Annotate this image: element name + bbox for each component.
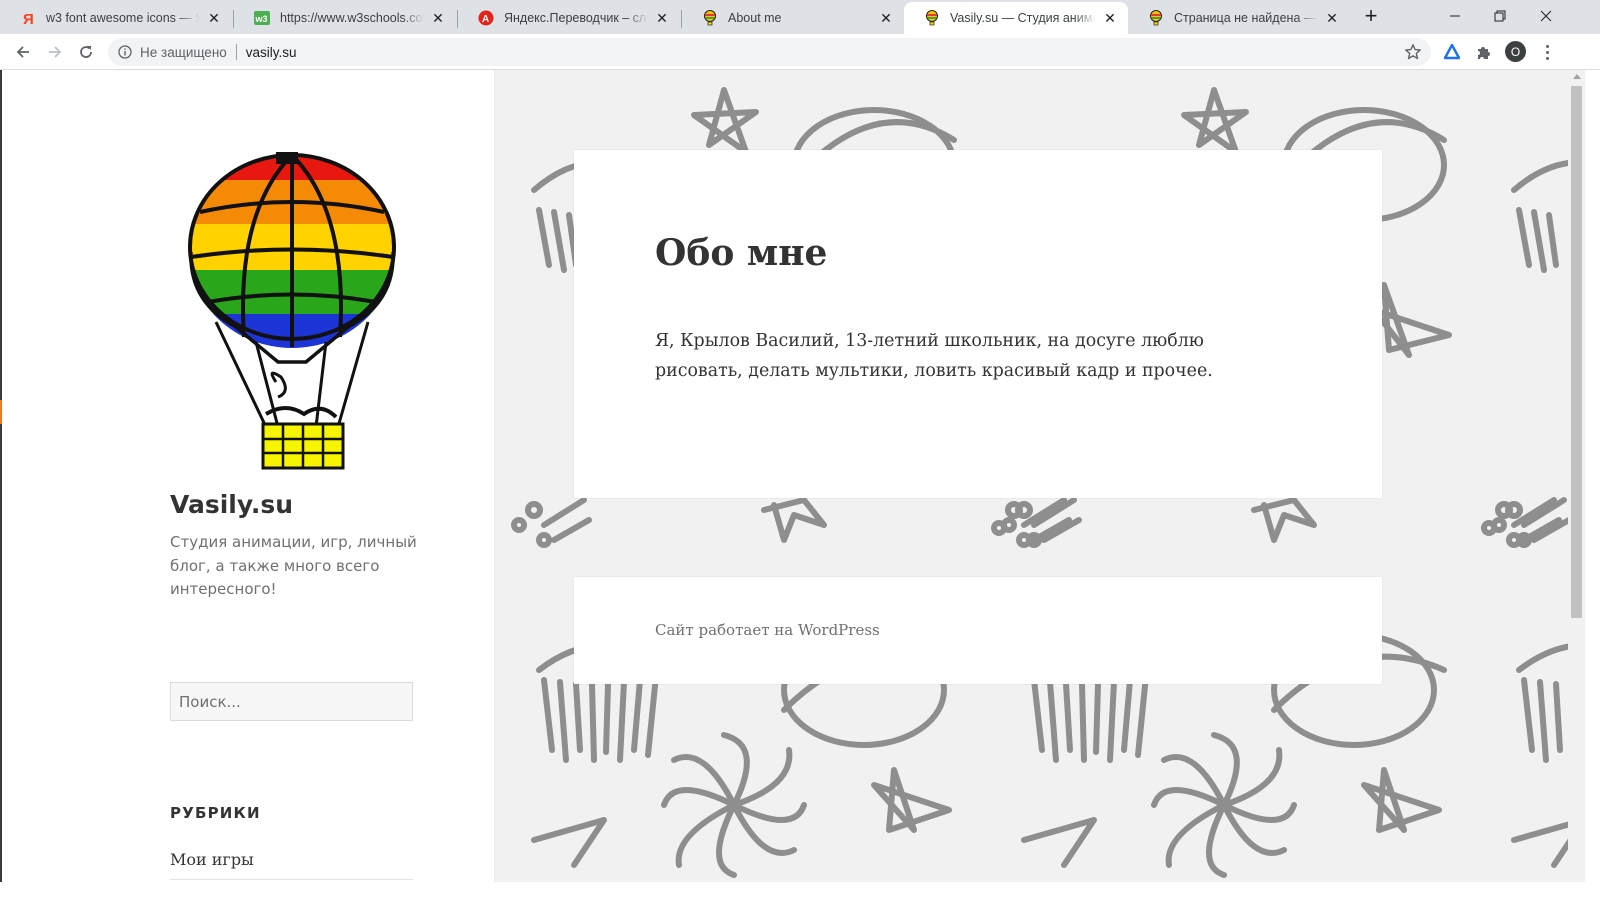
svg-text:w3: w3 <box>255 14 268 24</box>
minimize-button[interactable] <box>1440 4 1470 28</box>
arrow-left-icon <box>16 46 29 58</box>
scroll-up-arrow-icon[interactable] <box>1573 74 1581 79</box>
tab-title: Страница не найдена — Vasily <box>1174 11 1318 25</box>
search-box[interactable] <box>170 682 413 721</box>
tab-yandex-search[interactable]: Я w3 font awesome icons — Янд ✕ <box>0 2 232 34</box>
tab-title: Vasily.su — Студия анимации, <box>950 11 1096 25</box>
svg-text:Я: Я <box>23 11 34 26</box>
search-input[interactable] <box>171 683 412 720</box>
restore-button[interactable] <box>1485 4 1515 28</box>
tab-title: w3 font awesome icons — Янд <box>46 11 200 25</box>
footer-wordpress-link[interactable]: Сайт работает на WordPress <box>655 621 880 639</box>
tab-strip: Я w3 font awesome icons — Янд ✕ w3 https… <box>0 0 1600 34</box>
yandex-icon: Я <box>20 10 36 28</box>
page-scrollbar[interactable] <box>1568 70 1585 882</box>
site-footer: Сайт работает на WordPress <box>574 577 1382 684</box>
info-icon[interactable] <box>118 45 132 59</box>
svg-text:A: A <box>482 14 489 25</box>
category-link[interactable]: Мои игры <box>170 850 413 880</box>
close-icon[interactable]: ✕ <box>1324 10 1340 26</box>
tab-vasily-studio[interactable]: Vasily.su — Студия анимации, ✕ <box>904 2 1128 34</box>
close-icon[interactable]: ✕ <box>206 10 222 26</box>
forward-button[interactable] <box>43 40 67 64</box>
w3schools-icon: w3 <box>254 10 270 26</box>
balloon-logo[interactable] <box>186 152 398 474</box>
page-viewport: Vasily.su Студия анимации, игр, личный б… <box>0 70 1568 882</box>
browser-toolbar: Не защищено vasily.su O <box>0 34 1600 70</box>
balloon-icon <box>702 10 718 26</box>
tab-yandex-translate[interactable]: A Яндекс.Переводчик – словарь ✕ <box>458 2 680 34</box>
bookmark-star-icon[interactable] <box>1404 43 1422 66</box>
site-description: Студия анимации, игр, личный блог, а так… <box>170 533 417 598</box>
close-window-button[interactable] <box>1531 4 1561 28</box>
yandex-translate-icon: A <box>478 10 494 26</box>
scrollbar-thumb[interactable] <box>1571 86 1582 618</box>
tab-w3schools[interactable]: w3 https://www.w3schools.com/ic ✕ <box>234 2 456 34</box>
site-title[interactable]: Vasily.su <box>170 490 293 519</box>
post-body: Я, Крылов Василий, 13-летний школьник, н… <box>655 331 1213 381</box>
widget-title-categories: РУБРИКИ <box>170 804 261 822</box>
extensions-puzzle-icon[interactable] <box>1474 42 1494 62</box>
close-icon[interactable]: ✕ <box>654 10 670 26</box>
tab-not-found[interactable]: Страница не найдена — Vasily ✕ <box>1128 2 1350 34</box>
tab-title: Яндекс.Переводчик – словарь <box>504 11 648 25</box>
close-icon[interactable]: ✕ <box>430 10 446 26</box>
back-button[interactable] <box>11 40 35 64</box>
arrow-right-icon <box>49 46 62 58</box>
tab-title: About me <box>728 11 782 25</box>
balloon-icon <box>924 10 940 26</box>
address-bar[interactable]: Не защищено vasily.su <box>108 38 1431 66</box>
balloon-icon <box>1148 10 1164 26</box>
browser-menu-button[interactable] <box>1540 42 1554 62</box>
close-icon[interactable]: ✕ <box>878 10 894 26</box>
post-card: Обо мне Я, Крылов Василий, 13-летний шко… <box>574 150 1382 498</box>
close-icon[interactable]: ✕ <box>1102 10 1118 26</box>
security-label[interactable]: Не защищено <box>140 45 227 60</box>
tab-about-me[interactable]: About me ✕ <box>682 2 904 34</box>
tab-title: https://www.w3schools.com/ic <box>280 11 424 25</box>
url-text[interactable]: vasily.su <box>246 45 297 60</box>
new-tab-button[interactable]: + <box>1361 5 1381 27</box>
profile-avatar[interactable]: O <box>1505 41 1526 62</box>
alice-extension-icon[interactable] <box>1442 42 1462 62</box>
divider <box>235 44 237 60</box>
post-title: Обо мне <box>655 232 828 274</box>
reload-icon <box>80 46 92 58</box>
reload-button[interactable] <box>74 40 98 64</box>
